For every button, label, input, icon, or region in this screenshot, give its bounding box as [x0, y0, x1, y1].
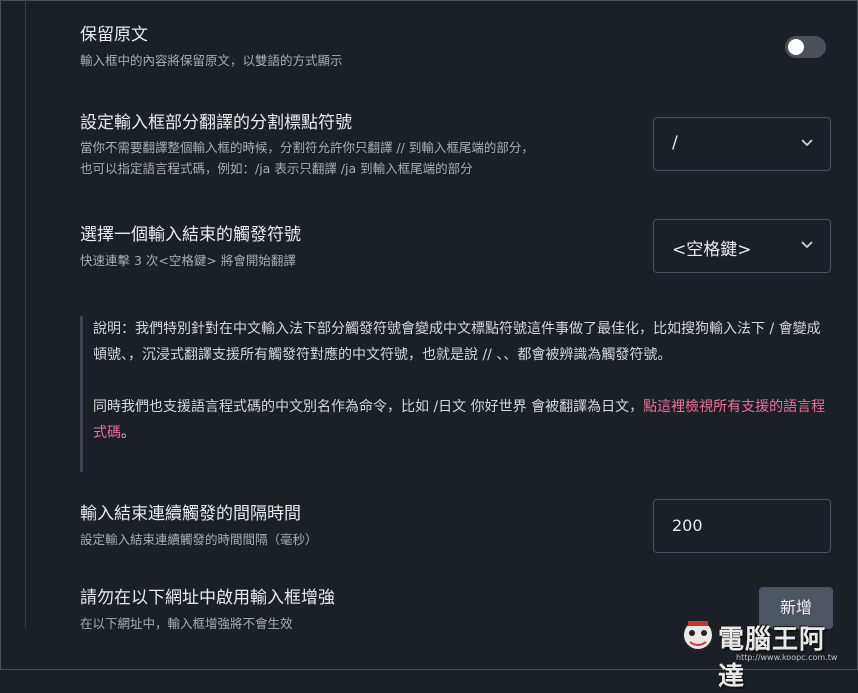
- trigger-symbol-value: <空格鍵>: [672, 240, 752, 260]
- interval-input[interactable]: 200: [653, 499, 831, 553]
- interval-value: 200: [672, 516, 703, 535]
- note-paragraph-2: 同時我們也支援語言程式碼的中文別名作為命令，比如 /日文 你好世界 會被翻譯為日…: [93, 394, 830, 446]
- trigger-symbol-title: 選擇一個輸入結束的觸發符號: [80, 225, 301, 245]
- interval-setting: 輸入結束連續觸發的間隔時間 設定輸入結束連續觸發的時間間隔（毫秒）: [80, 502, 318, 550]
- keep-original-desc: 輸入框中的內容將保留原文，以雙語的方式顯示: [80, 53, 343, 68]
- toggle-knob: [788, 39, 804, 55]
- disable-sites-desc: 在以下網址中，輸入框增強將不會生效: [80, 616, 293, 631]
- watermark-site: http://www.koopc.com.tw: [736, 653, 838, 662]
- watermark: 電腦王阿達 http://www.koopc.com.tw: [678, 615, 850, 692]
- note-paragraph-1: 說明：我們特別針對在中文輸入法下部分觸發符號會變成中文標點符號這件事做了最佳化，…: [93, 321, 821, 363]
- split-symbol-value: /: [672, 133, 678, 153]
- keep-original-title: 保留原文: [80, 25, 148, 45]
- mascot-logo-icon: [682, 619, 714, 651]
- note-paragraph-2-end: 。: [121, 425, 135, 441]
- keep-original-setting: 保留原文 輸入框中的內容將保留原文，以雙語的方式顯示: [80, 23, 343, 71]
- sidebar-divider: [25, 0, 26, 628]
- split-symbol-desc: 當你不需要翻譯整個輸入框的時候，分割符允許你只翻譯 // 到輸入框尾端的部分， …: [80, 137, 534, 179]
- split-symbol-desc-line1: 當你不需要翻譯整個輸入框的時候，分割符允許你只翻譯 // 到輸入框尾端的部分，: [80, 140, 534, 155]
- chevron-down-icon: [801, 241, 813, 249]
- disable-sites-title: 請勿在以下網址中啟用輸入框增強: [80, 588, 335, 608]
- split-symbol-select[interactable]: /: [653, 117, 831, 171]
- info-note: 說明：我們特別針對在中文輸入法下部分觸發符號會變成中文標點符號這件事做了最佳化，…: [80, 316, 830, 472]
- note-paragraph-2-text: 同時我們也支援語言程式碼的中文別名作為命令，比如 /日文 你好世界 會被翻譯為日…: [93, 399, 644, 415]
- split-symbol-desc-line2: 也可以指定語言程式碼，例如：/ja 表示只翻譯 /ja 到輸入框尾端的部分: [80, 161, 473, 176]
- chevron-down-icon: [801, 139, 813, 147]
- interval-title: 輸入結束連續觸發的間隔時間: [80, 504, 301, 524]
- split-symbol-setting: 設定輸入框部分翻譯的分割標點符號 當你不需要翻譯整個輸入框的時候，分割符允許你只…: [80, 111, 534, 179]
- trigger-symbol-select[interactable]: <空格鍵>: [653, 219, 831, 273]
- split-symbol-title: 設定輸入框部分翻譯的分割標點符號: [80, 113, 352, 133]
- keep-original-toggle[interactable]: [785, 36, 826, 58]
- trigger-symbol-setting: 選擇一個輸入結束的觸發符號 快速連擊 3 次<空格鍵> 將會開始翻譯: [80, 223, 301, 271]
- trigger-symbol-desc: 快速連擊 3 次<空格鍵> 將會開始翻譯: [80, 253, 296, 268]
- interval-desc: 設定輸入結束連續觸發的時間間隔（毫秒）: [80, 532, 318, 547]
- disable-sites-setting: 請勿在以下網址中啟用輸入框增強 在以下網址中，輸入框增強將不會生效: [80, 586, 335, 634]
